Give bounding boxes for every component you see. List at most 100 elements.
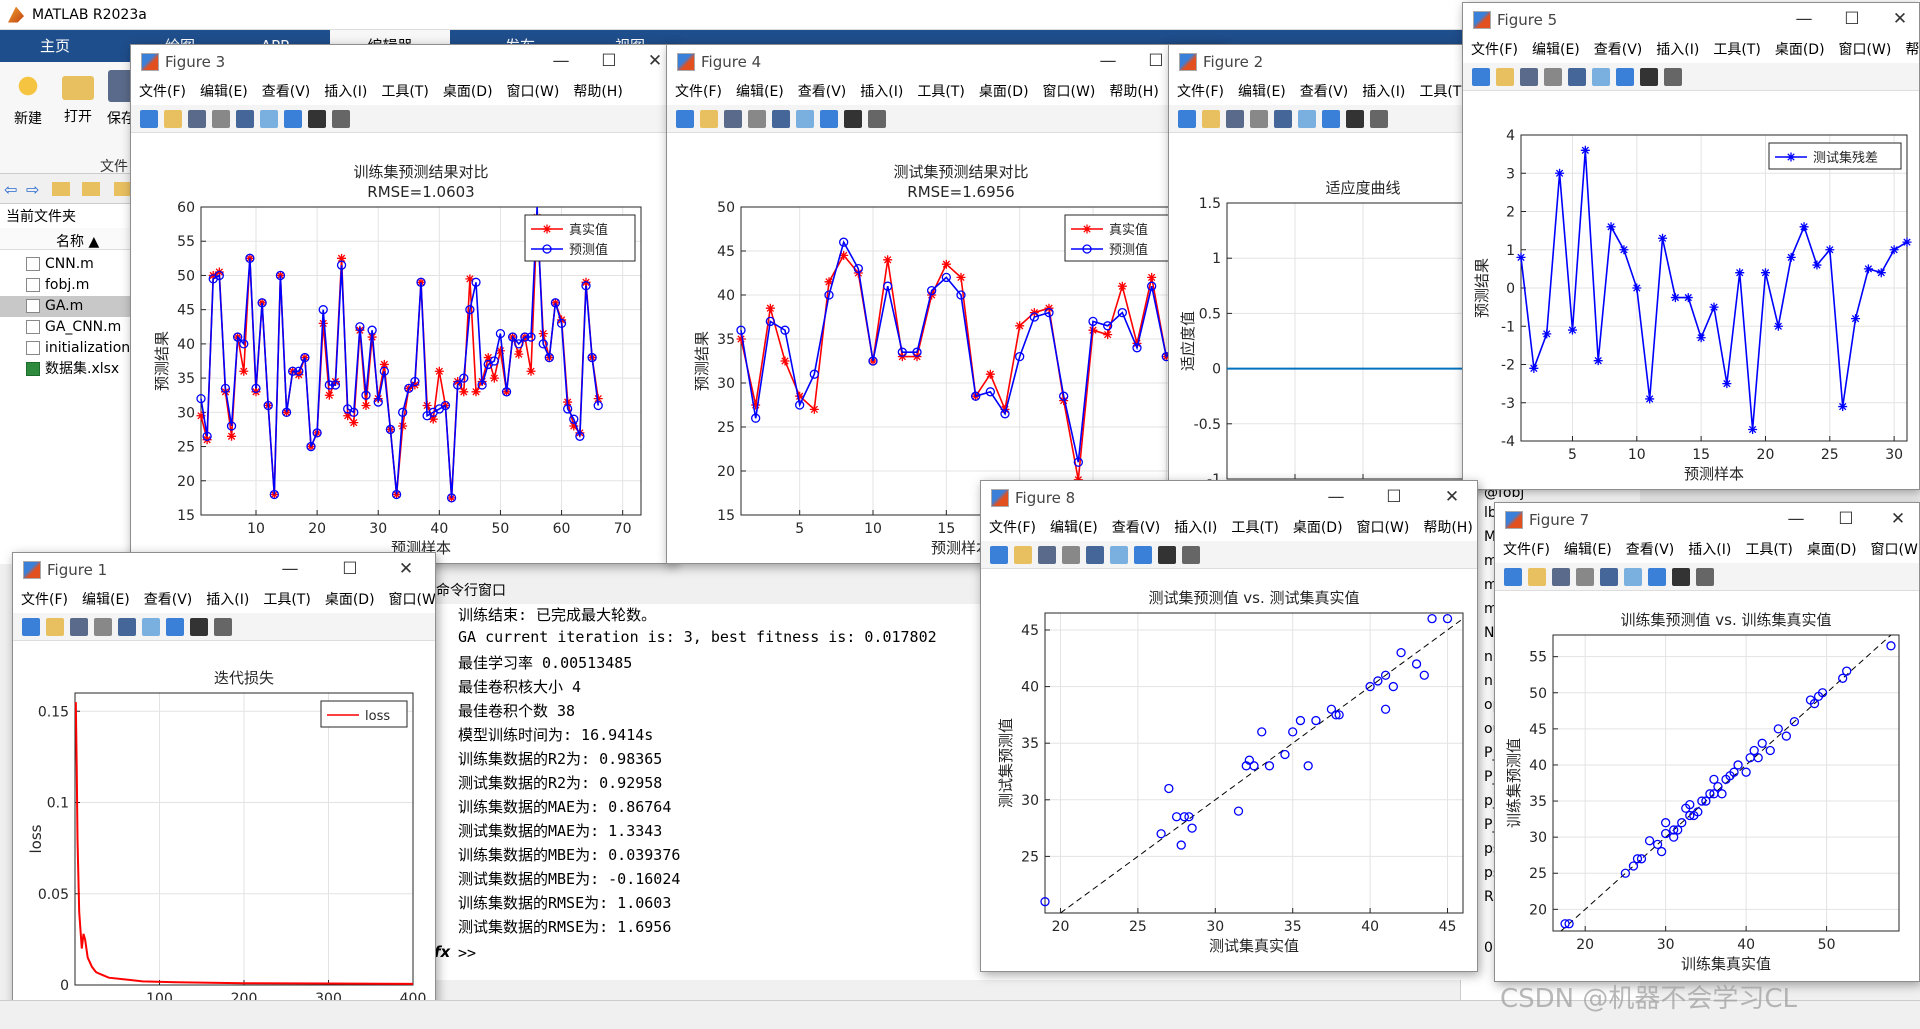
menu-item[interactable]: 工具(T) [381, 79, 428, 105]
menu-item[interactable]: 查看(V) [1300, 79, 1349, 105]
file-item-selected[interactable]: GA.m [0, 296, 140, 317]
menu-item[interactable]: 窗口(W) [1871, 537, 1919, 563]
property-editor-icon[interactable] [332, 110, 350, 128]
figure-8-window[interactable]: Figure 8 — ☐ ✕ 文件(F) 编辑(E) 查看(V) 插入(I) 工具(T)… [980, 480, 1478, 972]
new-figure-icon[interactable] [1504, 568, 1522, 586]
minimize-icon[interactable]: — [1791, 9, 1817, 29]
menu-item[interactable]: 编辑(E) [1238, 79, 1286, 105]
pointer-icon[interactable] [308, 110, 326, 128]
colorbar-icon[interactable] [796, 110, 814, 128]
menu-item[interactable]: 编辑(E) [736, 79, 784, 105]
new-figure-icon[interactable] [22, 618, 40, 636]
menu-item[interactable]: 查看(V) [262, 79, 311, 105]
close-icon[interactable]: ✕ [1885, 509, 1911, 529]
workspace-item[interactable]: N [1484, 625, 1494, 641]
open-file-icon[interactable] [700, 110, 718, 128]
legend-icon[interactable] [820, 110, 838, 128]
menu-item[interactable]: 文件(F) [1471, 37, 1518, 63]
open-file-icon[interactable] [1496, 68, 1514, 86]
menu-item[interactable]: 帮助(H) [573, 79, 622, 105]
menu-item[interactable]: 编辑(E) [1050, 515, 1098, 541]
open-button[interactable]: 打开 [58, 70, 98, 126]
menu-item[interactable]: 文件(F) [675, 79, 722, 105]
maximize-icon[interactable]: ☐ [596, 51, 622, 71]
link-icon[interactable] [1086, 546, 1104, 564]
pointer-icon[interactable] [1640, 68, 1658, 86]
file-item[interactable]: GA_CNN.m [0, 317, 140, 338]
menu-item[interactable]: 插入(I) [1688, 537, 1731, 563]
minimize-icon[interactable]: — [277, 559, 303, 579]
minimize-icon[interactable]: — [548, 51, 574, 71]
figure-2-window[interactable]: Figure 2 — 文件(F)编辑(E)查看(V)插入(I)工具(T)桌面(D… [1168, 44, 1498, 484]
file-list-header[interactable]: 名称 ▲ [0, 228, 140, 250]
menu-item[interactable]: 编辑(E) [200, 79, 248, 105]
menu-item[interactable]: 插入(I) [860, 79, 903, 105]
menu-item[interactable]: 插入(I) [324, 79, 367, 105]
folder-up-icon[interactable] [52, 182, 70, 196]
link-icon[interactable] [118, 618, 136, 636]
pointer-icon[interactable] [1346, 110, 1364, 128]
menu-item[interactable]: 工具(T) [1231, 515, 1278, 541]
save-icon[interactable] [1552, 568, 1570, 586]
maximize-icon[interactable]: ☐ [1143, 51, 1169, 71]
menu-item[interactable]: 工具(T) [1419, 79, 1466, 105]
menu-item[interactable]: 工具(T) [1745, 537, 1792, 563]
link-icon[interactable] [1600, 568, 1618, 586]
new-figure-icon[interactable] [1178, 110, 1196, 128]
link-icon[interactable] [236, 110, 254, 128]
pointer-icon[interactable] [1672, 568, 1690, 586]
property-editor-icon[interactable] [1182, 546, 1200, 564]
menu-item[interactable]: 窗口(W) [389, 587, 435, 613]
link-icon[interactable] [1568, 68, 1586, 86]
new-figure-icon[interactable] [676, 110, 694, 128]
menu-item[interactable]: 窗口(W) [1357, 515, 1410, 541]
save-icon[interactable] [1038, 546, 1056, 564]
menu-item[interactable]: 帮助(H) [1109, 79, 1158, 105]
menu-item[interactable]: 帮助(H) [1905, 37, 1919, 63]
pointer-icon[interactable] [190, 618, 208, 636]
colorbar-icon[interactable] [142, 618, 160, 636]
figure-title-bar[interactable]: Figure 1 [13, 553, 435, 587]
menu-item[interactable]: 文件(F) [21, 587, 68, 613]
maximize-icon[interactable]: ☐ [1381, 487, 1407, 507]
figure-3-window[interactable]: Figure 3 — ☐ ✕ 文件(F) 编辑(E) 查看(V) 插入(I) 工具(T)… [130, 44, 675, 564]
legend-icon[interactable] [1648, 568, 1666, 586]
link-icon[interactable] [772, 110, 790, 128]
menu-item[interactable]: 桌面(D) [1807, 537, 1857, 563]
figure-7-window[interactable]: Figure 7 — ☐ ✕ 文件(F) 编辑(E) 查看(V) 插入(I) 工具(T)… [1494, 502, 1920, 982]
new-button[interactable]: 新建 [8, 70, 48, 128]
open-file-icon[interactable] [46, 618, 64, 636]
save-icon[interactable] [1226, 110, 1244, 128]
menu-item[interactable]: 帮助(H) [1423, 515, 1472, 541]
figure-title-bar[interactable]: Figure 4 [667, 45, 1221, 79]
file-item[interactable]: fobj.m [0, 275, 140, 296]
property-editor-icon[interactable] [214, 618, 232, 636]
save-icon[interactable] [724, 110, 742, 128]
menu-item[interactable]: 编辑(E) [1532, 37, 1580, 63]
menu-item[interactable]: 文件(F) [1177, 79, 1224, 105]
legend-icon[interactable] [1322, 110, 1340, 128]
menu-item[interactable]: 工具(T) [1713, 37, 1760, 63]
menu-item[interactable]: 文件(F) [989, 515, 1036, 541]
menu-item[interactable]: 插入(I) [1174, 515, 1217, 541]
save-icon[interactable] [1520, 68, 1538, 86]
print-icon[interactable] [94, 618, 112, 636]
open-file-icon[interactable] [1014, 546, 1032, 564]
back-arrow-icon[interactable]: ⇦ [4, 180, 17, 199]
menu-item[interactable]: 查看(V) [798, 79, 847, 105]
colorbar-icon[interactable] [1624, 568, 1642, 586]
browse-folder-icon[interactable] [82, 182, 100, 196]
menu-item[interactable]: 查看(V) [1112, 515, 1161, 541]
colorbar-icon[interactable] [260, 110, 278, 128]
menu-item[interactable]: 窗口(W) [1839, 37, 1892, 63]
menu-item[interactable]: 查看(V) [1626, 537, 1675, 563]
file-item[interactable]: 数据集.xlsx [0, 359, 140, 380]
legend-icon[interactable] [284, 110, 302, 128]
menu-item[interactable]: 窗口(W) [507, 79, 560, 105]
print-icon[interactable] [1544, 68, 1562, 86]
menu-item[interactable]: 工具(T) [263, 587, 310, 613]
menu-item[interactable]: 桌面(D) [325, 587, 375, 613]
menu-item[interactable]: 编辑(E) [1564, 537, 1612, 563]
menu-item[interactable]: 查看(V) [1594, 37, 1643, 63]
figure-title-bar[interactable]: Figure 2 [1169, 45, 1497, 79]
